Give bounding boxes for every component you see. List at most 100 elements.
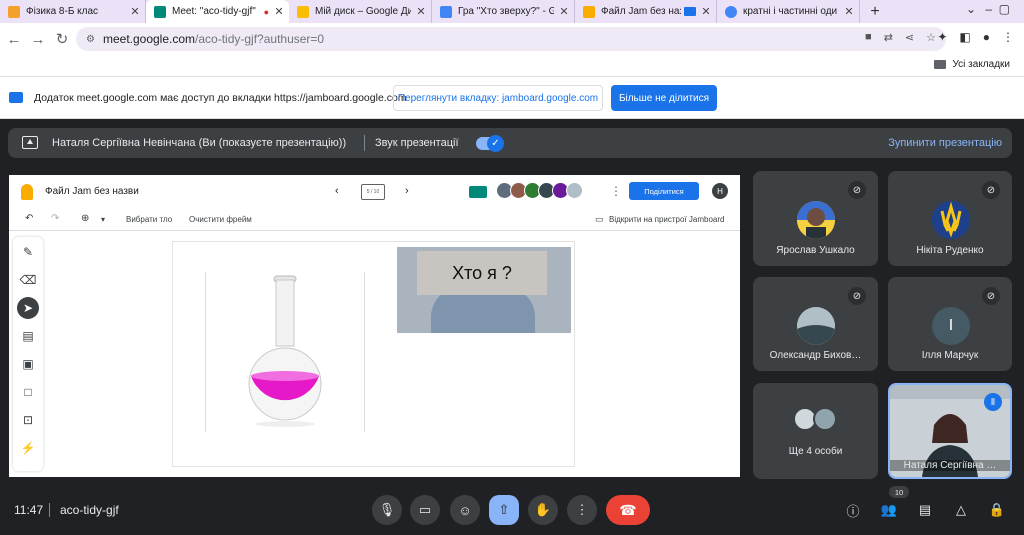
shape-icon[interactable]: □ — [13, 385, 43, 399]
flask-image[interactable] — [205, 272, 365, 432]
minimize-icon[interactable]: – — [985, 2, 992, 16]
avatar-group — [793, 407, 837, 431]
tab-search-icon[interactable]: ⌄ — [966, 2, 976, 16]
more-options-icon[interactable]: ⋮ — [610, 184, 622, 198]
meet-icon[interactable] — [469, 186, 487, 198]
more-vert-icon: ⋮ — [575, 502, 589, 517]
close-tab-icon[interactable]: ✕ — [700, 5, 712, 18]
mic-off-icon: ⊘ — [982, 287, 1000, 305]
jamboard-logo-icon — [21, 184, 33, 200]
browser-tab-jam[interactable]: Файл Jam без наз ✕ — [575, 0, 717, 23]
select-cursor-icon[interactable]: ➤ — [17, 297, 39, 319]
menu-dots-icon[interactable]: ⋮ — [1002, 30, 1014, 44]
screen: Фізика 8-Б клас ✕ Meet: "aco-tidy-gjf" ●… — [0, 0, 1024, 535]
avatar — [566, 182, 583, 199]
hang-up-icon: ☎ — [619, 501, 637, 518]
self-video-tile[interactable]: ⦀ Наталя Сергіївна … — [888, 383, 1012, 479]
site-info-icon[interactable]: ⚙ — [86, 34, 95, 45]
activities-icon[interactable]: △ — [951, 500, 971, 520]
stop-presenting-button[interactable]: Зупинити презентацію — [888, 137, 1002, 149]
close-tab-icon[interactable]: ✕ — [558, 5, 570, 18]
camera-in-use-icon[interactable]: ■ — [865, 31, 872, 44]
user-avatar[interactable]: Н — [712, 183, 728, 199]
forward-arrow-icon[interactable]: → — [26, 31, 50, 48]
clear-frame-button[interactable]: Очистити фрейм — [189, 215, 252, 224]
participant-name: Ярослав Ушкало — [776, 245, 855, 256]
share-banner-text: Додаток meet.google.com має доступ до вк… — [34, 92, 407, 104]
view-tab-button[interactable]: Переглянути вкладку: jamboard.google.com — [393, 85, 603, 111]
laser-icon[interactable]: ⚡ — [13, 441, 43, 455]
undo-icon[interactable]: ↶ — [25, 213, 33, 224]
people-icon[interactable]: 👥 — [879, 500, 899, 520]
extensions-icon[interactable]: ✦ — [937, 30, 947, 44]
side-panel-icon[interactable]: ◧ — [959, 30, 970, 44]
image-icon[interactable]: ▣ — [13, 357, 43, 371]
flask-illustration — [248, 275, 322, 427]
new-tab-button[interactable]: + — [860, 0, 890, 23]
close-tab-icon[interactable]: ✕ — [273, 5, 285, 18]
meeting-info-icon[interactable]: ⓘ — [843, 500, 863, 520]
present-now-button[interactable]: ⇧ — [489, 495, 519, 525]
maximize-icon[interactable]: ▢ — [999, 2, 1010, 16]
presentation-sound-toggle[interactable]: ✓ — [476, 135, 504, 152]
portrait-icon — [797, 201, 835, 239]
presenter-label: Наталя Сергіївна Невінчана (Ви (показуєт… — [52, 137, 347, 149]
share-icon[interactable]: ⋖ — [905, 31, 914, 44]
zoom-icon[interactable]: ⊕ — [81, 213, 89, 224]
participant-count-badge: 10 — [889, 486, 909, 498]
shared-jamboard-view: Файл Jam без назви ‹ 5 / 10 › ⋮ Поділити… — [9, 175, 740, 477]
microphone-icon: 🎙 — [378, 502, 396, 517]
redo-icon[interactable]: ↷ — [51, 213, 59, 224]
translate-icon[interactable]: ⇄ — [884, 31, 893, 44]
url-field[interactable]: ⚙ meet.google.com /aco-tidy-gjf?authuser… — [76, 27, 946, 51]
all-bookmarks-button[interactable]: Усі закладки — [934, 59, 1010, 70]
leave-call-button[interactable]: ☎ — [606, 495, 650, 525]
reactions-button[interactable]: ☺ — [450, 495, 480, 525]
reload-icon[interactable]: ↻ — [50, 30, 74, 48]
participant-tile[interactable]: ⊘ І Ілля Марчук — [888, 277, 1012, 371]
close-tab-icon[interactable]: ✕ — [415, 5, 427, 18]
zoom-dropdown-icon[interactable]: ▾ — [101, 215, 105, 224]
divider — [49, 503, 50, 517]
set-background-button[interactable]: Вибрати тло — [126, 215, 172, 224]
browser-tab-meet[interactable]: Meet: "aco-tidy-gjf" ● ✕ — [146, 0, 289, 23]
pen-icon[interactable]: ✎ — [13, 245, 43, 259]
address-bar: ← → ↻ ⚙ meet.google.com /aco-tidy-gjf?au… — [0, 23, 1024, 55]
browser-tab-game[interactable]: Гра "Хто зверху?" - Go ✕ — [432, 0, 575, 23]
more-participants-label: Ще 4 особи — [788, 446, 843, 457]
close-tab-icon[interactable]: ✕ — [129, 5, 141, 18]
browser-tab-drive[interactable]: Мій диск – Google Ди ✕ — [289, 0, 432, 23]
close-tab-icon[interactable]: ✕ — [843, 5, 855, 18]
camera-button[interactable]: ▭ — [410, 495, 440, 525]
microphone-button[interactable]: 🎙 — [372, 495, 402, 525]
stop-sharing-button[interactable]: Більше не ділитися — [611, 85, 717, 111]
next-frame-icon[interactable]: › — [405, 185, 409, 197]
text-box-icon[interactable]: ⊡ — [13, 413, 43, 427]
participant-tile[interactable]: ⊘ Нікіта Руденко — [888, 171, 1012, 266]
open-on-jamboard-button[interactable]: Відкрити на пристрої Jamboard — [609, 215, 724, 224]
participant-tile[interactable]: ⊘ Ярослав Ушкало — [753, 171, 878, 266]
profile-icon[interactable]: ● — [983, 30, 990, 44]
eraser-icon[interactable]: ⌫ — [13, 273, 43, 287]
more-participants-tile[interactable]: Ще 4 особи — [753, 383, 878, 479]
bookmark-star-icon[interactable]: ☆ — [926, 31, 936, 44]
browser-tab-google[interactable]: кратні і частинні оди ✕ — [717, 0, 860, 23]
more-options-button[interactable]: ⋮ — [567, 495, 597, 525]
participant-name: Наталя Сергіївна … — [890, 460, 1010, 471]
host-controls-icon[interactable]: 🔒 — [987, 500, 1007, 520]
frame-counter[interactable]: 5 / 10 — [361, 184, 385, 200]
jam-frame-canvas[interactable]: Хто я ? — [172, 241, 575, 467]
jam-share-button[interactable]: Поділитися — [629, 182, 699, 200]
jam-file-title[interactable]: Файл Jam без назви — [45, 186, 139, 197]
trident-emblem-icon — [932, 201, 970, 239]
who-am-i-image[interactable]: Хто я ? — [397, 247, 571, 333]
prev-frame-icon[interactable]: ‹ — [335, 185, 339, 197]
raise-hand-button[interactable]: ✋ — [528, 495, 558, 525]
browser-tab-physics[interactable]: Фізика 8-Б клас ✕ — [0, 0, 146, 23]
participant-tile[interactable]: ⊘ Олександр Бихов… — [753, 277, 878, 371]
back-arrow-icon[interactable]: ← — [2, 31, 26, 48]
tab-share-banner: Додаток meet.google.com має доступ до вк… — [0, 77, 1024, 119]
sticky-note-icon[interactable]: ▤ — [13, 329, 43, 343]
chat-icon[interactable]: ▤ — [915, 500, 935, 520]
presentation-sound-label: Звук презентації — [375, 137, 459, 149]
